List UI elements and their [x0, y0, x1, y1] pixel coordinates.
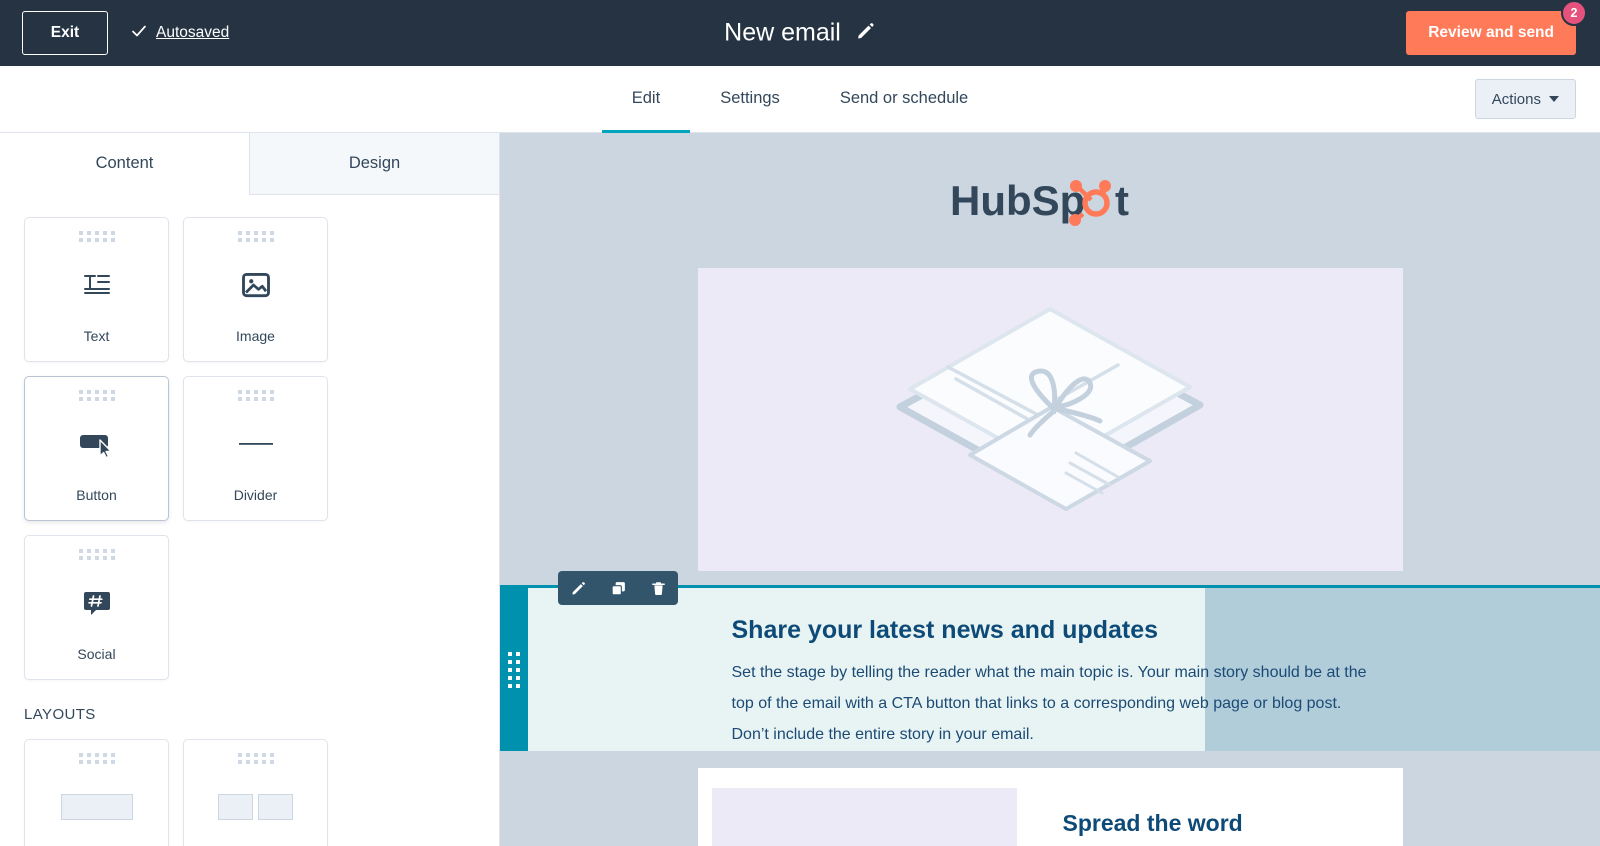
sidebar-tab-content[interactable]: Content [0, 133, 249, 195]
module-label: Image [236, 328, 275, 344]
layout-thumb [25, 764, 168, 846]
divider-module-icon [184, 401, 327, 487]
email-body-text: Set the stage by telling the reader what… [731, 664, 1367, 743]
review-and-send-button[interactable]: Review and send [1406, 11, 1576, 55]
check-icon [130, 22, 148, 44]
email-lower-content: Share your latest news and updates Set t… [500, 588, 1600, 846]
status-badge: 2 [1561, 0, 1587, 26]
autosave-status[interactable]: Autosaved [130, 22, 229, 44]
text-module-icon [25, 242, 168, 328]
module-card-text[interactable]: Text [24, 217, 169, 362]
email-secondary-text[interactable]: Spread the word [1017, 788, 1403, 846]
svg-text:t: t [1115, 177, 1129, 224]
editor-body: Content Design Text Image Button Divider… [0, 133, 1600, 846]
module-label: Text [83, 328, 110, 344]
social-module-icon [25, 560, 168, 646]
module-label: Social [77, 646, 116, 662]
module-toolbar [558, 571, 678, 605]
page-title: New email [724, 18, 841, 47]
actions-label: Actions [1491, 90, 1541, 108]
module-card-image[interactable]: Image [183, 217, 328, 362]
sidebar-scroll-area[interactable]: Text Image Button Divider Social LAYOUTS [0, 195, 499, 846]
drag-dots-icon [78, 390, 115, 401]
layouts-heading: LAYOUTS [24, 706, 96, 723]
module-card-divider[interactable]: Divider [183, 376, 328, 521]
module-card-grid: Text Image Button Divider Social [24, 217, 475, 680]
email-secondary-heading: Spread the word [1062, 810, 1243, 836]
edit-module-button[interactable] [558, 571, 598, 605]
module-label: Button [76, 487, 117, 503]
drag-dots-icon [78, 753, 115, 764]
person-illustration [789, 838, 939, 846]
tab-send-or-schedule[interactable]: Send or schedule [810, 67, 998, 133]
email-text-module[interactable]: Share your latest news and updates Set t… [698, 588, 1403, 768]
drag-dots-icon [237, 231, 274, 242]
trash-icon [651, 581, 665, 595]
autosaved-label[interactable]: Autosaved [156, 24, 229, 42]
tab-edit[interactable]: Edit [601, 67, 691, 133]
copy-icon [611, 581, 625, 595]
image-module-icon [184, 242, 327, 328]
pencil-icon [571, 581, 585, 595]
layout-card-2[interactable]: 2 [183, 739, 328, 846]
sidebar-tab-design[interactable]: Design [249, 133, 499, 195]
hubspot-logo: HubSp t [950, 177, 1129, 226]
drag-dots-icon [78, 549, 115, 560]
module-card-button[interactable]: Button [24, 376, 169, 521]
layout-card-grid: 1 2 [24, 739, 475, 846]
tab-settings[interactable]: Settings [690, 67, 810, 133]
layout-card-1[interactable]: 1 [24, 739, 169, 846]
top-bar: Exit Autosaved New email Review and send… [0, 0, 1600, 66]
email-heading: Share your latest news and updates [731, 616, 1159, 644]
chevron-down-icon [1549, 96, 1559, 102]
button-module-icon [25, 401, 168, 487]
drag-dots-icon [237, 753, 274, 764]
stack-of-letters-illustration [896, 306, 1204, 511]
email-canvas[interactable]: HubSp t Share your latest news and updat… [500, 133, 1600, 846]
nav-bar: Edit Settings Send or schedule Actions [0, 66, 1600, 133]
nav-tabs: Edit Settings Send or schedule [601, 66, 999, 133]
email-hero-image-module[interactable] [697, 268, 1403, 571]
pencil-icon[interactable] [855, 20, 876, 46]
email-secondary-image[interactable] [711, 788, 1017, 846]
exit-button[interactable]: Exit [22, 11, 108, 55]
layout-thumb [184, 764, 327, 846]
email-logo-module[interactable]: HubSp t [698, 133, 1403, 268]
svg-text:HubSp: HubSp [950, 177, 1085, 224]
module-label: Divider [233, 487, 278, 503]
email-two-column-module[interactable]: Spread the word [697, 768, 1403, 846]
duplicate-module-button[interactable] [598, 571, 638, 605]
drag-dots-icon [78, 231, 115, 242]
review-and-send-area: Review and send 2 [1406, 0, 1587, 55]
document-title-area: New email [724, 19, 876, 48]
drag-dots-icon [237, 390, 274, 401]
sidebar-tabs: Content Design [0, 133, 499, 195]
delete-module-button[interactable] [638, 571, 678, 605]
email-preview: HubSp t [697, 133, 1403, 571]
module-card-social[interactable]: Social [24, 535, 169, 680]
actions-dropdown-button[interactable]: Actions [1474, 79, 1576, 119]
sidebar: Content Design Text Image Button Divider… [0, 133, 500, 846]
